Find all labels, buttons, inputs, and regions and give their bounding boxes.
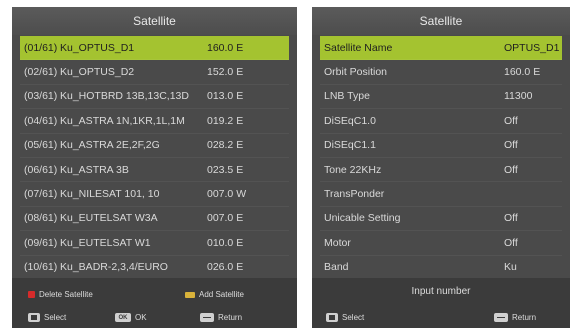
satellite-position: 019.2 E: [207, 114, 244, 127]
satellite-row[interactable]: (08/61) Ku_EUTELSAT W3A 007.0 E: [20, 207, 289, 232]
return-hint[interactable]: Return: [494, 313, 536, 322]
setting-value: Off: [504, 236, 518, 249]
setting-value: Off: [504, 114, 518, 127]
setting-value: Off: [504, 212, 518, 225]
setting-label: TransPonder: [324, 188, 385, 201]
select-hint[interactable]: Select: [28, 313, 66, 322]
setting-label: Band: [324, 261, 349, 274]
select-label: Select: [342, 313, 365, 322]
satellite-name: Ku_ASTRA 2E,2F,2G: [60, 139, 160, 152]
satellite-row[interactable]: (09/61) Ku_EUTELSAT W1 010.0 E: [20, 231, 289, 256]
satellite-position: 007.0 E: [207, 212, 244, 225]
satellite-index: (01/61): [24, 41, 58, 54]
return-key-icon: [200, 313, 214, 322]
satellite-row[interactable]: (07/61) Ku_NILESAT 101, 10 007.0 W: [20, 182, 289, 207]
setting-value: Off: [504, 163, 518, 176]
left-legend-bar: Delete Satellite Add Satellite Select OK…: [12, 278, 297, 328]
setting-label: Motor: [324, 236, 351, 249]
navigation-pad-icon: [28, 313, 40, 322]
setting-value: 11300: [504, 90, 533, 103]
delete-satellite-hint[interactable]: Delete Satellite: [28, 290, 93, 299]
setting-row-transponder[interactable]: TransPonder: [320, 182, 562, 207]
setting-value: Ku: [504, 261, 517, 274]
satellite-detail-panel: Satellite Satellite Name OPTUS_D1 Orbit …: [312, 7, 570, 328]
satellite-index: (06/61): [24, 163, 58, 176]
satellite-name: Ku_OPTUS_D2: [60, 66, 135, 79]
satellite-row[interactable]: (06/61) Ku_ASTRA 3B 023.5 E: [20, 158, 289, 183]
ok-label: OK: [135, 313, 147, 322]
input-number-hint: Input number: [411, 286, 471, 297]
satellite-list-panel: Satellite (01/61) Ku_OPTUS_D1 160.0 E (0…: [12, 7, 297, 328]
setting-label: DiSEqC1.0: [324, 114, 376, 127]
add-satellite-label: Add Satellite: [199, 290, 244, 299]
setting-label: Satellite Name: [324, 41, 393, 54]
setting-row-satellite-name[interactable]: Satellite Name OPTUS_D1: [320, 36, 562, 61]
setting-label: Orbit Position: [324, 66, 388, 79]
satellite-name: Ku_ASTRA 1N,1KR,1L,1M: [60, 114, 185, 127]
satellite-position: 013.0 E: [207, 90, 244, 103]
setting-row-unicable[interactable]: Unicable Setting Off: [320, 207, 562, 232]
satellite-position: 010.0 E: [207, 236, 244, 249]
satellite-detail-title: Satellite: [312, 7, 570, 35]
satellite-index: (03/61): [24, 90, 58, 103]
satellite-row[interactable]: (02/61) Ku_OPTUS_D2 152.0 E: [20, 60, 289, 85]
setting-row-orbit-position[interactable]: Orbit Position 160.0 E: [320, 60, 562, 85]
delete-satellite-label: Delete Satellite: [39, 290, 93, 299]
return-label: Return: [512, 313, 537, 322]
setting-label: Tone 22KHz: [324, 163, 382, 176]
setting-label: DiSEqC1.1: [324, 139, 376, 152]
setting-value: 160.0 E: [504, 66, 541, 79]
satellite-index: (02/61): [24, 66, 58, 79]
setting-row-motor[interactable]: Motor Off: [320, 231, 562, 256]
setting-value: Off: [504, 139, 518, 152]
setting-label: Unicable Setting: [324, 212, 401, 225]
ok-hint[interactable]: OK OK: [115, 313, 147, 322]
ok-key-icon: OK: [115, 313, 131, 322]
satellite-position: 023.5 E: [207, 163, 244, 176]
navigation-pad-icon: [326, 313, 338, 322]
return-label: Return: [218, 313, 243, 322]
red-key-icon: [28, 291, 35, 298]
satellite-index: (04/61): [24, 114, 58, 127]
satellite-position: 160.0 E: [207, 41, 244, 54]
satellite-row[interactable]: (03/61) Ku_HOTBRD 13B,13C,13D 013.0 E: [20, 85, 289, 110]
satellite-position: 028.2 E: [207, 139, 244, 152]
satellite-list: (01/61) Ku_OPTUS_D1 160.0 E (02/61) Ku_O…: [20, 36, 289, 280]
setting-row-diseqc10[interactable]: DiSEqC1.0 Off: [320, 109, 562, 134]
return-hint[interactable]: Return: [200, 313, 242, 322]
satellite-name: Ku_BADR-2,3,4/EURO: [60, 261, 168, 274]
add-satellite-hint[interactable]: Add Satellite: [185, 290, 244, 299]
satellite-row[interactable]: (04/61) Ku_ASTRA 1N,1KR,1L,1M 019.2 E: [20, 109, 289, 134]
satellite-row[interactable]: (10/61) Ku_BADR-2,3,4/EURO 026.0 E: [20, 256, 289, 280]
satellite-row[interactable]: (01/61) Ku_OPTUS_D1 160.0 E: [20, 36, 289, 61]
setting-row-band[interactable]: Band Ku: [320, 256, 562, 280]
satellite-position: 026.0 E: [207, 261, 244, 274]
satellite-index: (07/61): [24, 188, 58, 201]
select-label: Select: [44, 313, 67, 322]
satellite-index: (08/61): [24, 212, 58, 225]
setting-value: OPTUS_D1: [504, 41, 560, 54]
satellite-name: Ku_OPTUS_D1: [60, 41, 135, 54]
satellite-position: 152.0 E: [207, 66, 244, 79]
satellite-list-title: Satellite: [12, 7, 297, 35]
satellite-name: Ku_EUTELSAT W1: [60, 236, 151, 249]
satellite-index: (09/61): [24, 236, 58, 249]
setting-row-lnb-type[interactable]: LNB Type 11300: [320, 85, 562, 110]
setting-row-diseqc11[interactable]: DiSEqC1.1 Off: [320, 134, 562, 158]
satellite-row[interactable]: (05/61) Ku_ASTRA 2E,2F,2G 028.2 E: [20, 134, 289, 158]
yellow-key-icon: [185, 291, 195, 298]
right-legend-bar: Input number Select Return: [312, 278, 570, 328]
satellite-settings-list: Satellite Name OPTUS_D1 Orbit Position 1…: [320, 36, 562, 280]
satellite-name: Ku_EUTELSAT W3A: [60, 212, 158, 225]
select-hint[interactable]: Select: [326, 313, 364, 322]
return-key-icon: [494, 313, 508, 322]
setting-label: LNB Type: [324, 90, 370, 103]
satellite-index: (05/61): [24, 139, 58, 152]
satellite-name: Ku_NILESAT 101, 10: [60, 188, 160, 201]
setting-row-tone-22khz[interactable]: Tone 22KHz Off: [320, 158, 562, 183]
satellite-name: Ku_HOTBRD 13B,13C,13D: [60, 90, 189, 103]
satellite-position: 007.0 W: [207, 188, 247, 201]
satellite-index: (10/61): [24, 261, 58, 274]
satellite-name: Ku_ASTRA 3B: [60, 163, 129, 176]
